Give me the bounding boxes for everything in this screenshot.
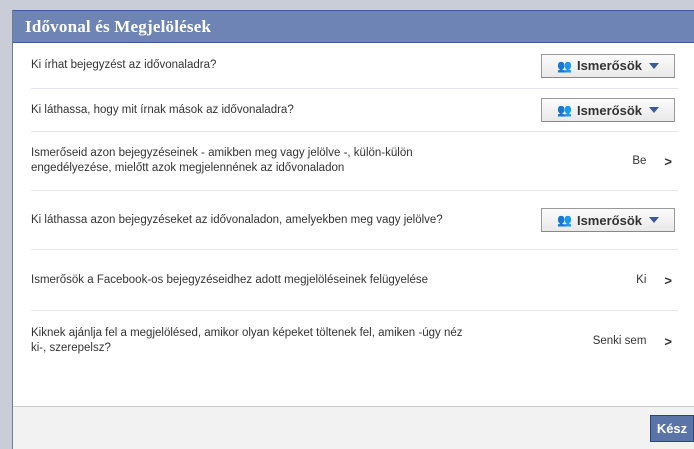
people-icon: 👥: [557, 213, 572, 227]
dialog-title: Idővonal és Megjelölések: [25, 16, 212, 36]
setting-value: Senki sem: [592, 335, 647, 347]
setting-value-link[interactable]: Senki sem >: [593, 334, 678, 349]
caret-down-icon: [649, 62, 659, 69]
chevron-right-icon: >: [664, 333, 672, 349]
setting-label: Ki láthassa, hogy mit írnak mások az idő…: [31, 103, 294, 116]
setting-label: Ismerőseid azon bejegyzéseinek - amikben…: [31, 147, 413, 174]
people-icon: 👥: [557, 103, 572, 117]
setting-row-tag-review[interactable]: Ismerősök a Facebook-os bejegyzéseidhez …: [31, 250, 678, 311]
setting-value-link[interactable]: Ki >: [636, 273, 678, 288]
setting-row-tag-suggestions[interactable]: Kiknek ajánlja fel a megjelölésed, amiko…: [31, 311, 678, 371]
setting-row-review-tags[interactable]: Ismerőseid azon bejegyzéseinek - amikben…: [31, 132, 678, 191]
setting-value-link[interactable]: Be >: [632, 154, 678, 169]
chevron-right-icon: >: [664, 272, 672, 288]
dialog-header: Idővonal és Megjelölések: [13, 10, 694, 43]
setting-label: Ki láthassa azon bejegyzéseket az idővon…: [31, 213, 443, 226]
people-icon: 👥: [557, 58, 572, 73]
audience-dropdown-who-can-post[interactable]: 👥 Ismerősök: [541, 53, 675, 78]
dropdown-value: Ismerősök: [576, 212, 642, 228]
caret-down-icon: [649, 107, 659, 113]
setting-label: Ismerősök a Facebook-os bejegyzéseidhez …: [31, 273, 428, 286]
setting-label: Kiknek ajánlja fel a megjelölésed, amiko…: [31, 327, 463, 354]
setting-value: Be: [632, 155, 647, 167]
caret-down-icon: [649, 217, 659, 223]
dropdown-value: Ismerősök: [576, 58, 642, 73]
setting-row-who-can-see-tagged: Ki láthassa azon bejegyzéseket az idővon…: [31, 191, 678, 250]
dialog-footer: Kész: [13, 406, 694, 449]
settings-list: Ki írhat bejegyzést az idővonaladra? 👥 I…: [13, 43, 694, 371]
audience-dropdown-who-can-see-posts[interactable]: 👥 Ismerősök: [541, 98, 675, 122]
setting-value: Ki: [636, 274, 647, 286]
privacy-dialog: Idővonal és Megjelölések Ki írhat bejegy…: [12, 10, 694, 449]
audience-dropdown-who-can-see-tagged[interactable]: 👥 Ismerősök: [541, 208, 675, 232]
setting-row-who-can-see-posts: Ki láthassa, hogy mit írnak mások az idő…: [31, 89, 678, 132]
dropdown-value: Ismerősök: [576, 102, 642, 118]
chevron-right-icon: >: [664, 153, 672, 169]
setting-label: Ki írhat bejegyzést az idővonaladra?: [31, 59, 217, 71]
done-button[interactable]: Kész: [650, 415, 694, 442]
setting-row-who-can-post: Ki írhat bejegyzést az idővonaladra? 👥 I…: [31, 43, 678, 89]
